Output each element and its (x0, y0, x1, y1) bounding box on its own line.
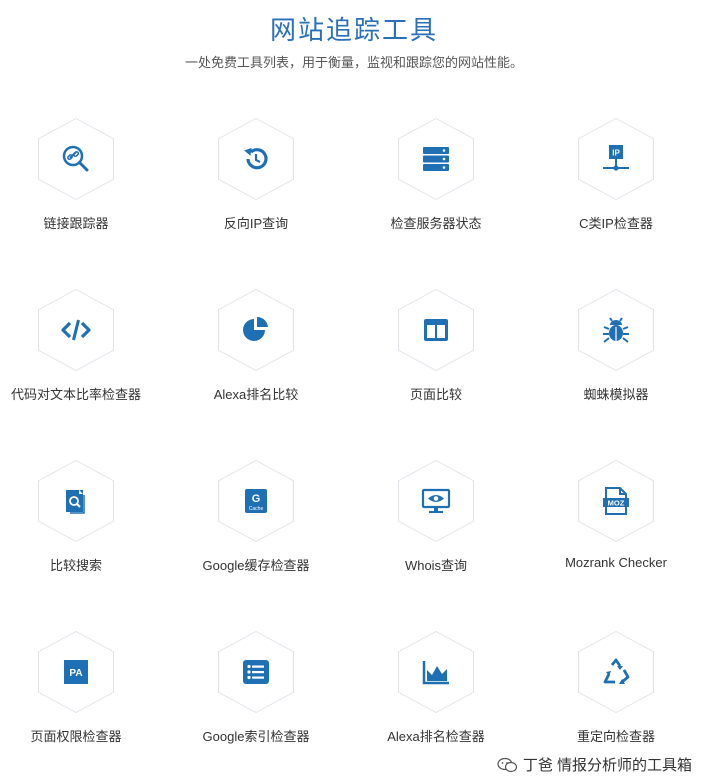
tool-redirect-checker[interactable]: 重定向检查器 (528, 631, 704, 761)
area-chart-icon (422, 661, 449, 685)
hex-frame: G Cache (218, 460, 294, 542)
tool-label: 重定向检查器 (576, 729, 655, 744)
tool-grid: 链接跟踪器 反向IP查询 检查服务器状态 IP C类IP检查器 代码对文本比率检… (0, 0, 708, 783)
cache-text: Cache (249, 506, 264, 512)
list-icon (243, 660, 269, 684)
tool-whois[interactable]: Whois查询 (348, 460, 524, 590)
tool-link-tracker[interactable]: 链接跟踪器 (0, 118, 164, 248)
tool-label: 蜘蛛模拟器 (583, 387, 649, 402)
tool-page-compare[interactable]: 页面比较 (348, 289, 524, 419)
tool-label: 检查服务器状态 (390, 216, 482, 231)
code-icon (61, 319, 91, 341)
tool-label: 页面权限检查器 (30, 729, 122, 744)
moz-text: MOZ (608, 499, 625, 508)
hex-frame: PA (38, 631, 114, 713)
hex-frame (578, 289, 654, 371)
tool-compare-search[interactable]: 比较搜索 (0, 460, 164, 590)
hex-frame (38, 118, 114, 200)
bug-icon (603, 317, 629, 343)
tool-label: Alexa排名检查器 (387, 729, 485, 744)
tool-spider-simulator[interactable]: 蜘蛛模拟器 (528, 289, 704, 419)
hex-frame (218, 118, 294, 200)
document-search-icon (66, 490, 85, 514)
hex-frame (398, 460, 474, 542)
tool-class-c-ip[interactable]: IP C类IP检查器 (528, 118, 704, 248)
tool-label: 比较搜索 (49, 558, 102, 573)
hex-frame (398, 631, 474, 713)
hex-frame: MOZ (578, 460, 654, 542)
watermark: 丁爸 情报分析师的工具箱 (497, 754, 692, 775)
ip-network-icon: IP (603, 145, 629, 171)
watermark-text: 丁爸 情报分析师的工具箱 (522, 757, 692, 774)
tool-label: 页面比较 (409, 387, 462, 402)
link-search-icon (62, 145, 89, 172)
hex-frame (218, 631, 294, 713)
tool-server-status[interactable]: 检查服务器状态 (348, 118, 524, 248)
tool-reverse-ip[interactable]: 反向IP查询 (168, 118, 344, 248)
pa-text: PA (69, 668, 82, 679)
pie-chart-icon (243, 316, 268, 341)
hex-frame (218, 289, 294, 371)
tool-label: 链接跟踪器 (43, 216, 109, 231)
monitor-eye-icon (421, 488, 451, 513)
hex-frame (398, 289, 474, 371)
hex-frame (398, 118, 474, 200)
tool-code-text-ratio[interactable]: 代码对文本比率检查器 (0, 289, 164, 419)
reverse-arrow-icon (244, 147, 268, 170)
google-cache-icon: G Cache (245, 489, 267, 513)
tool-alexa-rank-checker[interactable]: Alexa排名检查器 (348, 631, 524, 761)
hex-frame (38, 289, 114, 371)
recycle-icon (603, 658, 630, 684)
tool-label: Mozrank Checker (565, 555, 667, 570)
tool-label: Google缓存检查器 (202, 558, 310, 573)
tool-alexa-compare[interactable]: Alexa排名比较 (168, 289, 344, 419)
google-g-text: G (252, 493, 261, 505)
server-icon (423, 147, 449, 171)
tool-label: Alexa排名比较 (213, 387, 299, 402)
tool-page-authority[interactable]: PA 页面权限检查器 (0, 631, 164, 761)
hex-frame: IP (578, 118, 654, 200)
tool-label: 代码对文本比率检查器 (10, 387, 141, 402)
wechat-icon (497, 757, 517, 772)
tool-google-index[interactable]: Google索引检查器 (168, 631, 344, 761)
pa-badge-icon: PA (64, 660, 88, 684)
hex-frame (578, 631, 654, 713)
tool-mozrank-checker[interactable]: MOZ Mozrank Checker (528, 460, 704, 590)
moz-file-icon: MOZ (603, 487, 629, 515)
tool-label: Whois查询 (404, 558, 468, 573)
tool-label: Google索引检查器 (202, 729, 310, 744)
hex-frame (38, 460, 114, 542)
columns-icon (424, 319, 448, 341)
tool-google-cache[interactable]: G Cache Google缓存检查器 (168, 460, 344, 590)
ip-icon-text: IP (612, 149, 620, 158)
tool-label: C类IP检查器 (579, 216, 653, 231)
tool-label: 反向IP查询 (223, 216, 289, 231)
